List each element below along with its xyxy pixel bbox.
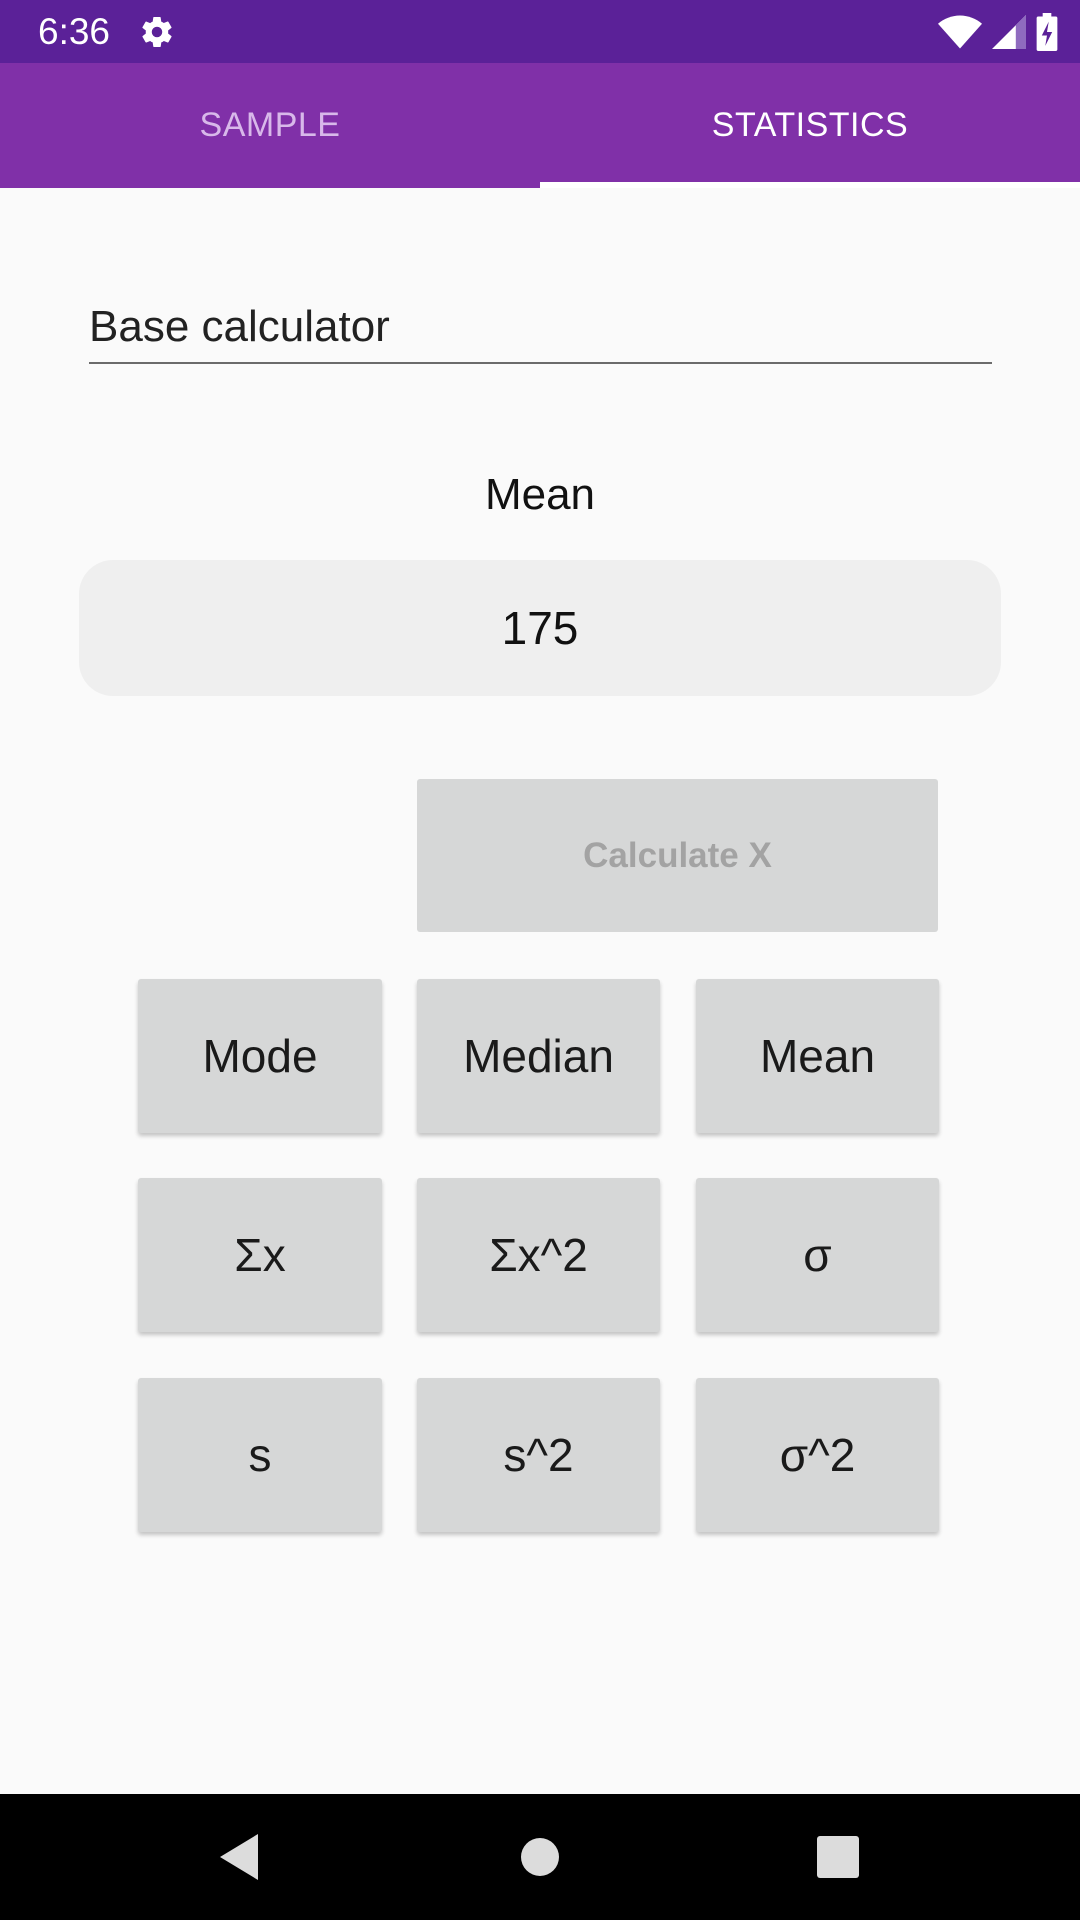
base-calculator-input[interactable] [89, 292, 992, 364]
status-bar: 6:36 [0, 0, 1080, 63]
result-value: 175 [501, 602, 579, 654]
settings-gear-icon [142, 17, 172, 48]
back-button[interactable] [200, 1794, 280, 1920]
calculate-x-button[interactable]: Calculate X [417, 779, 938, 932]
population-std-dev-button[interactable]: σ [696, 1178, 939, 1332]
home-button[interactable] [500, 1794, 580, 1920]
tab-bar: SAMPLE STATISTICS [0, 63, 1080, 188]
recents-button[interactable] [798, 1794, 878, 1920]
battery-icon [1036, 13, 1058, 51]
cellular-signal-icon [992, 15, 1026, 49]
navigation-bar [0, 1794, 1080, 1920]
population-variance-button[interactable]: σ^2 [696, 1378, 939, 1532]
result-display: 175 [79, 560, 1001, 696]
sample-std-dev-button[interactable]: s [138, 1378, 382, 1532]
back-triangle-icon [220, 1834, 258, 1880]
tab-statistics[interactable]: STATISTICS [540, 63, 1080, 188]
mode-button[interactable]: Mode [138, 979, 382, 1133]
sum-x-squared-button[interactable]: Σx^2 [417, 1178, 660, 1332]
wifi-icon [938, 15, 982, 49]
recents-square-icon [817, 1836, 859, 1878]
status-time: 6:36 [38, 11, 111, 52]
median-button[interactable]: Median [417, 979, 660, 1133]
home-circle-icon [521, 1838, 559, 1876]
mean-button[interactable]: Mean [696, 979, 939, 1133]
tab-sample[interactable]: SAMPLE [0, 63, 540, 188]
sum-x-button[interactable]: Σx [138, 1178, 382, 1332]
status-icons [938, 13, 1058, 51]
result-label: Mean [484, 470, 596, 519]
sample-variance-button[interactable]: s^2 [417, 1378, 660, 1532]
